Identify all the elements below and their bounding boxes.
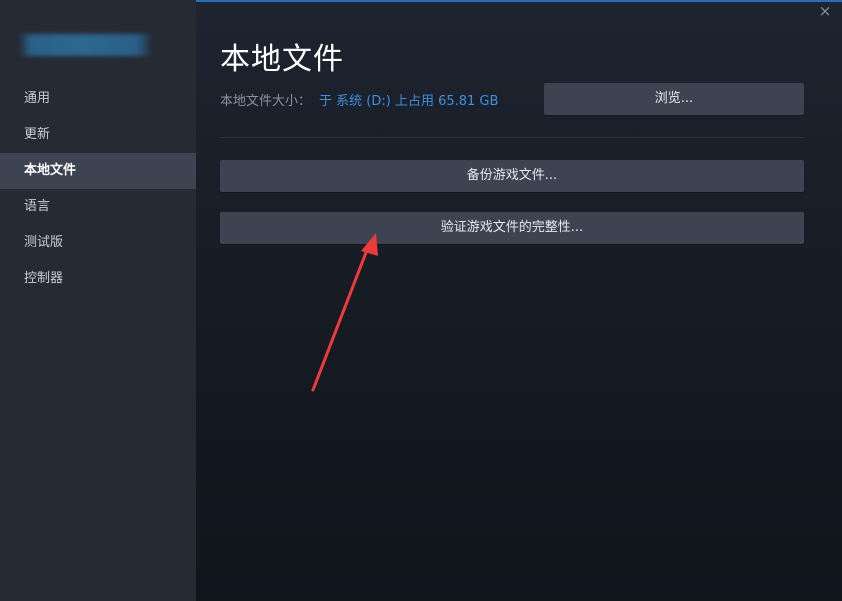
browse-button[interactable]: 浏览...	[544, 83, 804, 115]
sidebar-item-updates[interactable]: 更新	[0, 117, 196, 153]
sidebar-nav: 通用 更新 本地文件 语言 测试版 控制器	[0, 81, 196, 297]
sidebar-item-betas[interactable]: 测试版	[0, 225, 196, 261]
redacted-game-title	[18, 34, 150, 56]
sidebar-item-language[interactable]: 语言	[0, 189, 196, 225]
properties-window: 通用 更新 本地文件 语言 测试版 控制器 × 本地文件 本地文件大小： 于 系统…	[0, 0, 842, 601]
local-files-size-row: 本地文件大小： 于 系统 (D:) 上占用 65.81 GB	[220, 90, 498, 109]
local-files-size-label: 本地文件大小：	[220, 94, 312, 109]
sidebar-item-local-files[interactable]: 本地文件	[0, 153, 196, 189]
close-icon[interactable]: ×	[816, 2, 834, 20]
divider	[220, 137, 804, 138]
verify-game-files-button[interactable]: 验证游戏文件的完整性...	[220, 212, 804, 244]
page-title: 本地文件	[220, 42, 344, 77]
local-files-size-value: 于 系统 (D:) 上占用 65.81 GB	[319, 94, 499, 109]
sidebar-item-general[interactable]: 通用	[0, 81, 196, 117]
sidebar: 通用 更新 本地文件 语言 测试版 控制器	[0, 0, 196, 601]
window-top-accent	[196, 0, 842, 2]
backup-game-files-button[interactable]: 备份游戏文件...	[220, 160, 804, 192]
sidebar-item-controller[interactable]: 控制器	[0, 261, 196, 297]
